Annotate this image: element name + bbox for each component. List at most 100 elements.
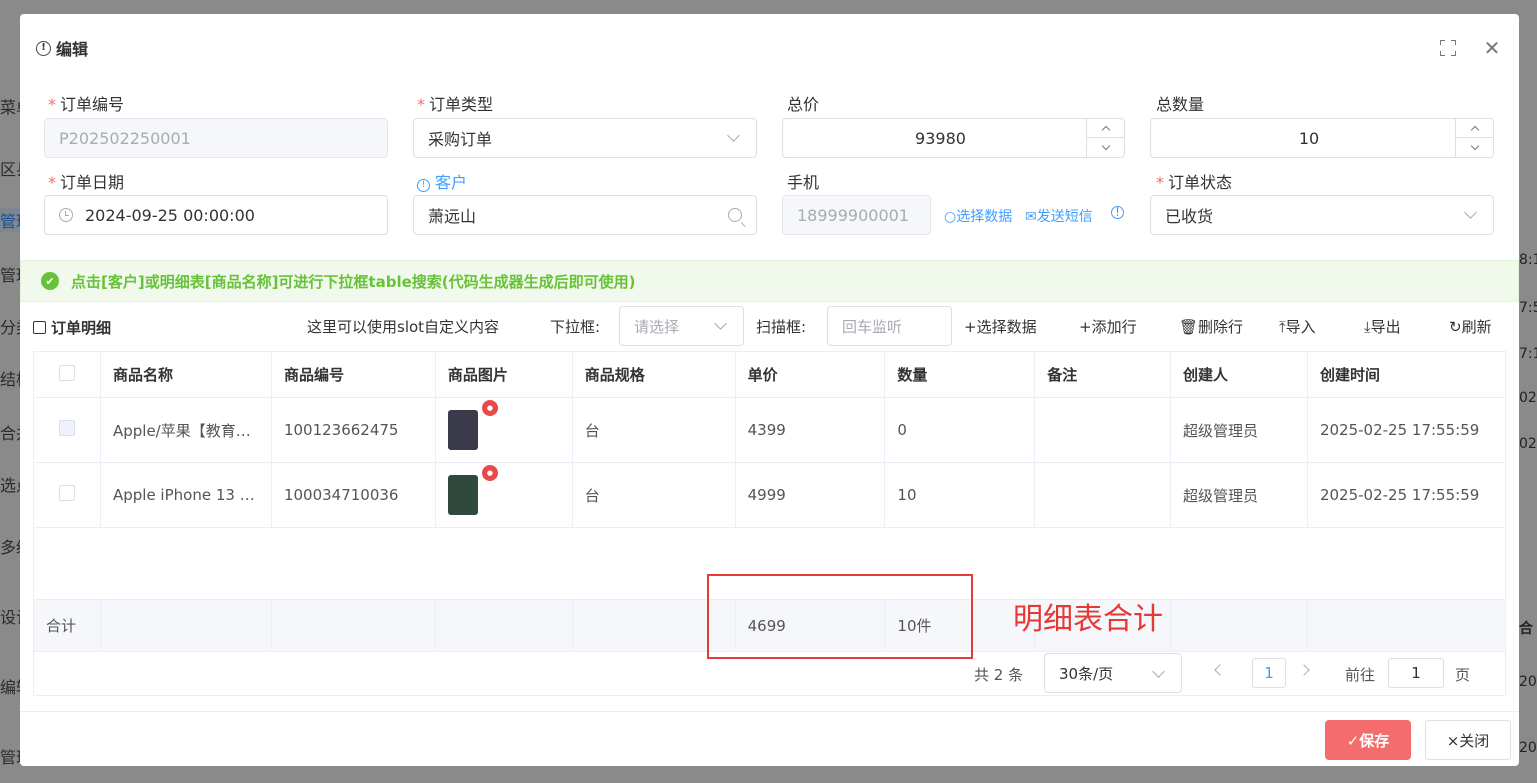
info-circle-icon: !: [36, 40, 51, 56]
bg-fragment: 02:: [1519, 390, 1537, 406]
order-status-select[interactable]: 已收货: [1150, 195, 1494, 235]
page-number[interactable]: 1: [1252, 658, 1286, 688]
search-icon: [728, 208, 742, 222]
close-button[interactable]: ×关闭: [1425, 720, 1511, 760]
refresh-button[interactable]: ↻刷新: [1449, 316, 1492, 337]
column-header: 商品编号: [270, 351, 436, 398]
number-stepper[interactable]: [1455, 119, 1493, 157]
clock-icon: [59, 208, 73, 222]
order-date-picker[interactable]: 2024-09-25 00:00:00: [44, 195, 388, 235]
order-type-select[interactable]: 采购订单: [413, 118, 757, 158]
unit-price-cell: 4999: [734, 462, 886, 528]
select-data-link[interactable]: ○选择数据: [944, 206, 1012, 226]
promo-badge-icon: ●: [481, 465, 498, 481]
product-name-cell[interactable]: Apple/苹果【教育…: [99, 397, 272, 463]
goto-label: 前往: [1345, 666, 1376, 684]
bg-fragment: 02:: [1519, 436, 1537, 452]
order-type-label: * 订单类型: [417, 95, 494, 114]
export-button[interactable]: ⤓导出: [1364, 316, 1401, 337]
chevron-down-icon: [727, 129, 740, 142]
edit-dialog: ! 编辑 ✕ * 订单编号 * 订单类型 总价 总数量 P202502250001 …: [20, 14, 1519, 766]
chevron-up-icon: [1470, 125, 1479, 134]
dialog-title-text: 编辑: [56, 40, 89, 59]
bg-fragment: 7:5: [1519, 300, 1537, 316]
save-button[interactable]: ✓保存: [1325, 720, 1411, 760]
fullscreen-icon[interactable]: [1438, 38, 1458, 58]
order-no-field: P202502250001: [44, 118, 388, 158]
dialog-header: ! 编辑 ✕: [20, 14, 1519, 76]
select-data-button[interactable]: +选择数据: [964, 316, 1037, 337]
total-price-label: 总价: [787, 95, 820, 114]
scan-input[interactable]: 回车监听: [827, 306, 952, 346]
upload-icon: ⤒: [1279, 318, 1286, 336]
chevron-down-icon: [1152, 665, 1165, 678]
row-checkbox[interactable]: [58, 420, 75, 436]
column-header: 创建时间: [1306, 351, 1507, 398]
product-name-cell[interactable]: Apple iPhone 13 …: [99, 462, 272, 528]
table-row[interactable]: Apple iPhone 13 … 100034710036 ● 台 4999 …: [33, 462, 1507, 528]
chevron-down-icon: [1464, 206, 1477, 219]
bg-fragment: 8:1: [1519, 252, 1537, 268]
add-row-button[interactable]: +添加行: [1079, 316, 1137, 337]
bg-fragment: 20: [1519, 674, 1537, 690]
creator-cell: 超级管理员: [1170, 397, 1308, 463]
send-sms-link[interactable]: ✉发送短信: [1025, 206, 1093, 226]
product-code-cell: 100123662475: [270, 397, 436, 463]
increase-button[interactable]: [1087, 119, 1124, 138]
decrease-button[interactable]: [1087, 138, 1124, 157]
decrease-button[interactable]: [1456, 138, 1493, 157]
remark-cell: [1034, 397, 1172, 463]
table-row[interactable]: Apple/苹果【教育… 100123662475 ● 台 4399 0 超级管…: [33, 397, 1507, 463]
order-date-label: * 订单日期: [48, 173, 125, 192]
increase-button[interactable]: [1456, 119, 1493, 138]
quantity-cell: 0: [884, 397, 1036, 463]
column-header: 商品名称: [99, 351, 272, 398]
phone-label: 手机: [787, 173, 820, 192]
import-button[interactable]: ⤒导入: [1279, 316, 1316, 337]
edit-icon: [33, 321, 46, 334]
select-all-checkbox[interactable]: [58, 364, 75, 381]
customer-label[interactable]: ! 客户: [417, 169, 467, 193]
trash-icon: 🗑: [1179, 318, 1199, 336]
dialog-title: ! 编辑: [36, 36, 88, 60]
column-header: 单价: [734, 351, 886, 398]
creator-cell: 超级管理员: [1170, 462, 1308, 528]
quantity-cell: 10: [884, 462, 1036, 528]
annotation-box: [707, 574, 973, 659]
check-circle-icon: ✔: [41, 272, 59, 290]
close-icon[interactable]: ✕: [1482, 36, 1502, 60]
dropdown-label: 下拉框:: [550, 318, 601, 336]
bg-fragment: 7:1: [1519, 346, 1537, 362]
total-qty-input[interactable]: 10: [1150, 118, 1494, 158]
page-size-select[interactable]: 30条/页: [1044, 653, 1182, 693]
summary-label-cell: 合计: [33, 599, 101, 652]
number-stepper[interactable]: [1086, 119, 1124, 157]
row-checkbox[interactable]: [58, 485, 75, 501]
order-status-label: * 订单状态: [1156, 173, 1233, 192]
select-all-cell: [33, 351, 101, 398]
detail-title: 订单明细: [33, 317, 111, 338]
column-header: 备注: [1034, 351, 1172, 398]
product-image[interactable]: ●: [447, 465, 498, 515]
column-header: 数量: [884, 351, 1036, 398]
row-select-cell: [33, 397, 101, 463]
download-icon: ⤓: [1364, 318, 1371, 336]
product-image-cell: ●: [434, 397, 573, 463]
promo-badge-icon: ●: [481, 400, 498, 416]
goto-page-input[interactable]: 1: [1388, 658, 1444, 688]
dropdown-select[interactable]: 请选择: [619, 306, 744, 346]
chevron-down-icon: [1470, 141, 1479, 151]
column-header: 商品图片: [434, 351, 573, 398]
column-header: 创建人: [1170, 351, 1308, 398]
total-price-input[interactable]: 93980: [782, 118, 1125, 158]
delete-row-button[interactable]: 🗑删除行: [1179, 316, 1243, 337]
table-header-row: 商品名称 商品编号 商品图片 商品规格 单价 数量 备注 创建人 创建时间: [33, 351, 1507, 398]
scan-label: 扫描框:: [756, 318, 807, 336]
info-circle-icon[interactable]: !: [1111, 206, 1124, 219]
customer-search-input[interactable]: 萧远山: [413, 195, 757, 235]
order-no-label: * 订单编号: [48, 95, 125, 114]
product-code-cell: 100034710036: [270, 462, 436, 528]
product-image[interactable]: ●: [447, 400, 498, 450]
created-time-cell: 2025-02-25 17:55:59: [1306, 397, 1507, 463]
total-count: 共 2 条: [974, 666, 1024, 684]
